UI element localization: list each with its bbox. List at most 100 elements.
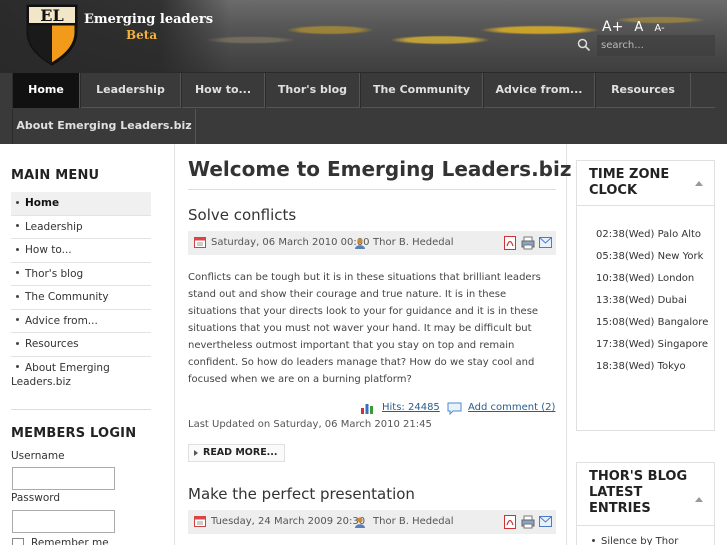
article-title[interactable]: Solve conflicts bbox=[188, 206, 296, 224]
bullet-icon bbox=[16, 200, 19, 204]
time-zone-item: 17:38(Wed) Singapore bbox=[596, 339, 709, 350]
menu-item-label: Resources bbox=[25, 338, 79, 350]
hits-link[interactable]: Hits: 24485 bbox=[382, 402, 440, 413]
menu-item-about[interactable]: About Emerging Leaders.biz bbox=[11, 357, 151, 394]
article-author: Thor B. Hededal bbox=[373, 237, 454, 248]
nav-item-home[interactable]: Home bbox=[12, 73, 80, 108]
bullet-icon bbox=[16, 224, 19, 227]
print-icon[interactable] bbox=[521, 515, 535, 529]
time-zone-item: 15:08(Wed) Bangalore bbox=[596, 317, 709, 328]
pdf-icon[interactable] bbox=[504, 236, 516, 250]
nav-item-about[interactable]: About Emerging Leaders.biz bbox=[12, 109, 196, 144]
main-navigation: Home Leadership How to... Thor's blog Th… bbox=[0, 72, 727, 144]
logo-letters: EL bbox=[40, 6, 63, 25]
main-menu-title: MAIN MENU bbox=[11, 168, 100, 183]
time-zone-item: 05:38(Wed) New York bbox=[596, 251, 704, 262]
site-subtitle: Beta bbox=[126, 28, 158, 42]
article-date: Tuesday, 24 March 2009 20:30 bbox=[211, 516, 366, 527]
search-icon[interactable] bbox=[577, 38, 591, 52]
menu-item-label: Advice from... bbox=[25, 314, 98, 327]
blog-latest-title: THOR'S BLOG LATEST ENTRIES bbox=[589, 469, 688, 516]
hits-chart-icon bbox=[361, 404, 373, 414]
menu-item-advice-from[interactable]: Advice from... bbox=[11, 310, 151, 333]
blog-entry-label: Silence by Thor bbox=[601, 536, 679, 545]
bullet-icon bbox=[16, 318, 19, 321]
article-meta-bar: Tuesday, 24 March 2009 20:30 Thor B. Hed… bbox=[188, 510, 556, 534]
author-icon bbox=[355, 238, 365, 249]
email-icon[interactable] bbox=[539, 516, 552, 527]
bullet-icon bbox=[16, 341, 19, 345]
bullet-icon bbox=[16, 294, 19, 298]
site-title[interactable]: Emerging leaders bbox=[84, 12, 213, 27]
font-increase-button[interactable]: A+ bbox=[602, 19, 623, 35]
author-icon bbox=[355, 517, 365, 528]
print-icon[interactable] bbox=[521, 236, 535, 250]
menu-item-label: The Community bbox=[25, 291, 109, 303]
column-divider bbox=[566, 144, 567, 545]
time-zone-clock-module: TIME ZONE CLOCK 02:38(Wed) Palo Alto 05:… bbox=[576, 160, 715, 431]
bullet-icon bbox=[16, 247, 19, 251]
username-field[interactable] bbox=[12, 467, 115, 490]
menu-item-label: Thor's blog bbox=[25, 267, 84, 280]
comment-icon bbox=[447, 402, 462, 415]
nav-item-the-community[interactable]: The Community bbox=[360, 73, 483, 108]
nav-item-thors-blog[interactable]: Thor's blog bbox=[265, 73, 360, 108]
main-menu: Home Leadership How to... Thor's blog Th… bbox=[11, 192, 151, 394]
menu-item-label: Leadership bbox=[25, 220, 83, 233]
time-zone-list: 02:38(Wed) Palo Alto 05:38(Wed) New York… bbox=[596, 227, 711, 381]
blog-entry-link[interactable]: Silence by Thor bbox=[592, 536, 678, 545]
menu-item-resources[interactable]: Resources bbox=[11, 333, 151, 357]
bullet-icon bbox=[16, 271, 19, 274]
calendar-icon bbox=[194, 516, 206, 527]
collapse-icon[interactable] bbox=[695, 181, 703, 186]
bullet-icon bbox=[16, 365, 19, 368]
bullet-icon bbox=[592, 538, 595, 542]
nav-item-how-to[interactable]: How to... bbox=[181, 73, 265, 108]
nav-item-resources[interactable]: Resources bbox=[595, 73, 691, 108]
read-more-label: READ MORE... bbox=[203, 447, 278, 458]
calendar-icon bbox=[194, 237, 206, 248]
add-comment-link[interactable]: Add comment (2) bbox=[468, 402, 555, 413]
nav-item-leadership[interactable]: Leadership bbox=[80, 73, 181, 108]
menu-item-thors-blog[interactable]: Thor's blog bbox=[11, 263, 151, 286]
time-zone-item: 13:38(Wed) Dubai bbox=[596, 295, 687, 306]
time-zone-item: 18:38(Wed) Tokyo bbox=[596, 361, 686, 372]
last-updated-text: Last Updated on Saturday, 06 March 2010 … bbox=[188, 419, 432, 430]
font-decrease-button[interactable]: A- bbox=[654, 23, 664, 34]
menu-item-label: How to... bbox=[25, 244, 72, 256]
nav-item-advice-from[interactable]: Advice from... bbox=[483, 73, 595, 108]
read-more-button[interactable]: READ MORE... bbox=[188, 444, 285, 462]
search-input[interactable] bbox=[597, 35, 715, 56]
article-author: Thor B. Hededal bbox=[373, 516, 454, 527]
menu-item-label: About Emerging Leaders.biz bbox=[11, 361, 110, 389]
font-reset-button[interactable]: A bbox=[634, 20, 643, 35]
time-zone-title: TIME ZONE CLOCK bbox=[589, 167, 670, 198]
email-icon[interactable] bbox=[539, 237, 552, 248]
username-label: Username bbox=[11, 450, 65, 462]
menu-item-label: Home bbox=[25, 197, 60, 209]
logo-shield-icon[interactable]: EL bbox=[24, 2, 80, 66]
article-body: Conflicts can be tough but it is in thes… bbox=[188, 272, 541, 385]
password-field[interactable] bbox=[12, 510, 115, 533]
password-label: Password bbox=[11, 492, 61, 504]
collapse-icon[interactable] bbox=[695, 497, 703, 502]
menu-item-leadership[interactable]: Leadership bbox=[11, 216, 151, 239]
divider bbox=[188, 189, 556, 190]
arrow-right-icon bbox=[194, 450, 198, 456]
thors-blog-module: THOR'S BLOG LATEST ENTRIES Silence by Th… bbox=[576, 462, 715, 545]
pdf-icon[interactable] bbox=[504, 515, 516, 529]
remember-me-label: Remember me bbox=[31, 537, 109, 545]
font-size-tools: A+ A A- bbox=[602, 16, 671, 35]
menu-item-the-community[interactable]: The Community bbox=[11, 286, 151, 310]
menu-item-how-to[interactable]: How to... bbox=[11, 239, 151, 263]
article-meta-bar: Saturday, 06 March 2010 00:00 Thor B. He… bbox=[188, 231, 556, 255]
time-zone-item: 02:38(Wed) Palo Alto bbox=[596, 229, 702, 240]
page-title: Welcome to Emerging Leaders.biz bbox=[188, 157, 572, 181]
article-title[interactable]: Make the perfect presentation bbox=[188, 485, 415, 503]
column-divider bbox=[174, 144, 175, 545]
remember-me-checkbox[interactable] bbox=[12, 538, 24, 545]
menu-item-home[interactable]: Home bbox=[11, 192, 151, 216]
time-zone-item: 10:38(Wed) London bbox=[596, 273, 695, 284]
site-header: EL Emerging leaders Beta A+ A A- bbox=[0, 0, 727, 72]
members-login-title: MEMBERS LOGIN bbox=[11, 426, 137, 441]
